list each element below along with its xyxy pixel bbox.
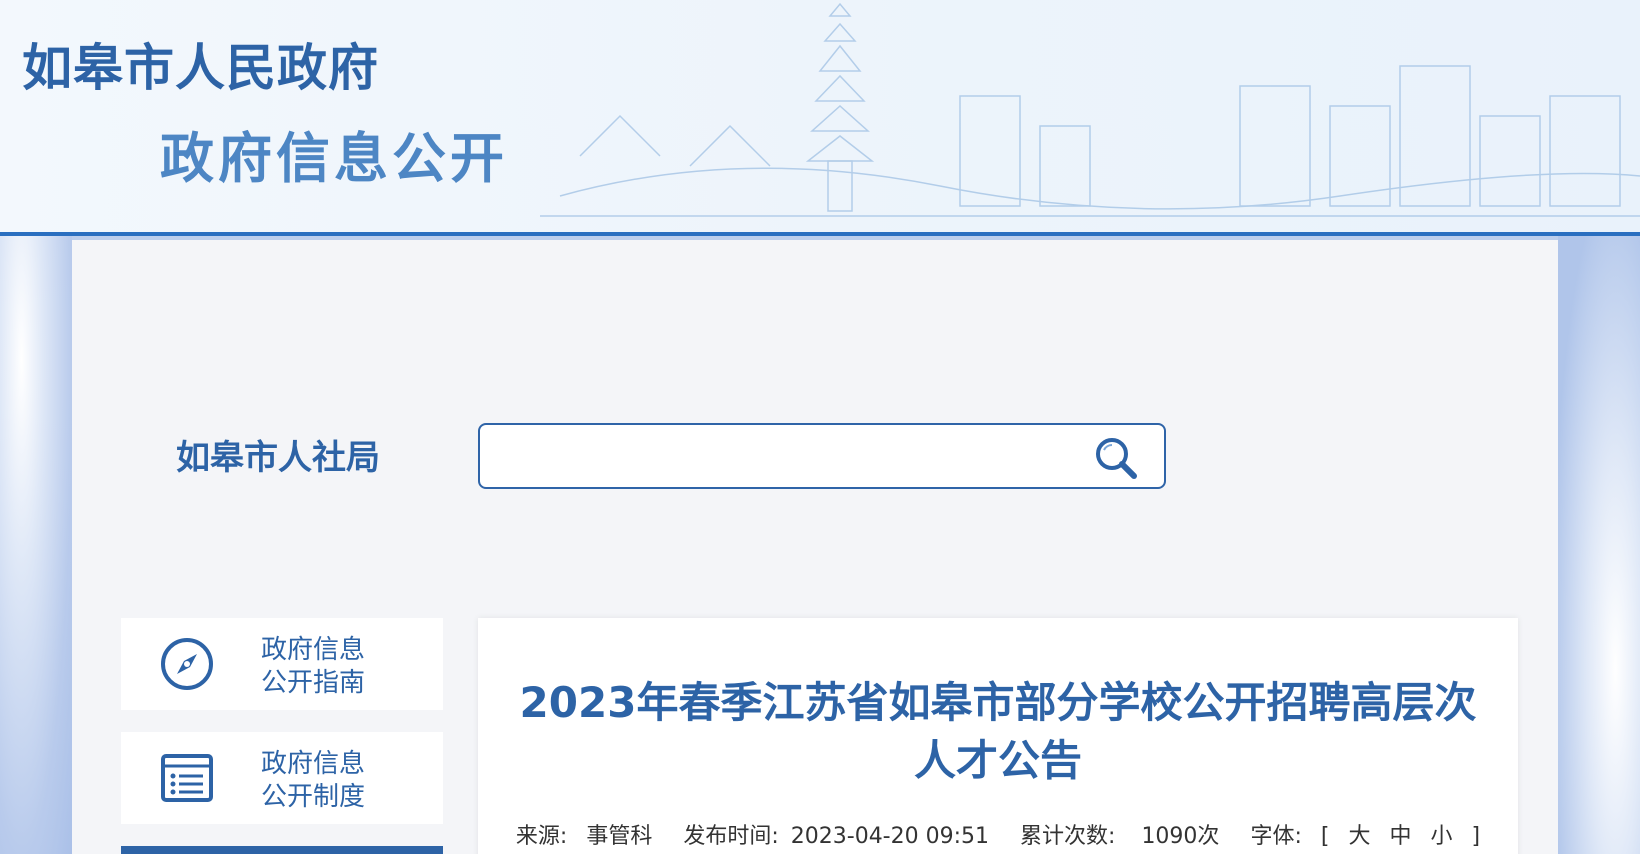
search-box [478, 423, 1166, 489]
site-title: 如皋市人民政府 [22, 39, 379, 97]
search-icon[interactable] [1092, 435, 1142, 481]
font-large-button[interactable]: 大 [1348, 824, 1370, 849]
compass-icon [161, 638, 213, 690]
article-title: 2023年春季江苏省如皋市部分学校公开招聘高层次人才公告 [519, 678, 1477, 785]
department-name: 如皋市人社局 [176, 438, 380, 478]
meta-views: 累计次数: 1090次 [1014, 824, 1225, 849]
sidebar-item-disclosure-guide[interactable]: 政府信息 公开指南 [121, 618, 443, 710]
sidebar-item-disclosure-system[interactable]: 政府信息 公开制度 [121, 732, 443, 824]
bracket-open: [ [1320, 824, 1330, 849]
meta-publish-time: 发布时间: 2023-04-20 09:51 [677, 824, 995, 849]
sidebar-item-active-partial[interactable] [121, 846, 443, 854]
label-line-1: 政府信息 [261, 749, 366, 779]
label-line-2: 公开制度 [261, 782, 366, 812]
right-decoration [1558, 236, 1640, 854]
font-label: 字体: [1250, 824, 1302, 849]
site-header: 如皋市人民政府 政府信息公开 [0, 0, 1640, 236]
source-label: 来源: [515, 824, 568, 849]
label-line-1: 政府信息 [261, 635, 366, 665]
left-decoration [0, 236, 72, 854]
site-subtitle: 政府信息公开 [160, 127, 508, 190]
search-input[interactable] [480, 425, 1080, 487]
publish-label: 发布时间: [683, 824, 779, 849]
sidebar: 政府信息 公开指南 政府信息 公开制度 [121, 618, 443, 854]
views-label: 累计次数: [1020, 824, 1116, 849]
source-value: 事管科 [586, 824, 653, 849]
views-value: 1090次 [1141, 824, 1220, 849]
bracket-close: ] [1471, 824, 1481, 849]
article-panel: 2023年春季江苏省如皋市部分学校公开招聘高层次人才公告 来源: 事管科 发布时… [478, 618, 1518, 854]
font-medium-button[interactable]: 中 [1389, 824, 1411, 849]
sidebar-item-label: 政府信息 公开制度 [261, 748, 401, 814]
label-line-2: 公开指南 [261, 668, 366, 698]
sidebar-item-label: 政府信息 公开指南 [261, 634, 401, 700]
article-meta: 来源: 事管科 发布时间: 2023-04-20 09:51 累计次数: 1090… [478, 818, 1518, 850]
meta-source: 来源: 事管科 [510, 824, 658, 849]
main-container: 如皋市人社局 政府信息 公开指南 政府信息 公开制度 2023年春季江苏省如皋市… [72, 240, 1558, 854]
font-small-button[interactable]: 小 [1430, 824, 1452, 849]
city-skyline-illustration [540, 2, 1640, 217]
publish-value: 2023-04-20 09:51 [790, 824, 990, 849]
list-document-icon [161, 754, 213, 802]
meta-font-size: 字体: [ 大 中 小 ] [1244, 824, 1486, 849]
